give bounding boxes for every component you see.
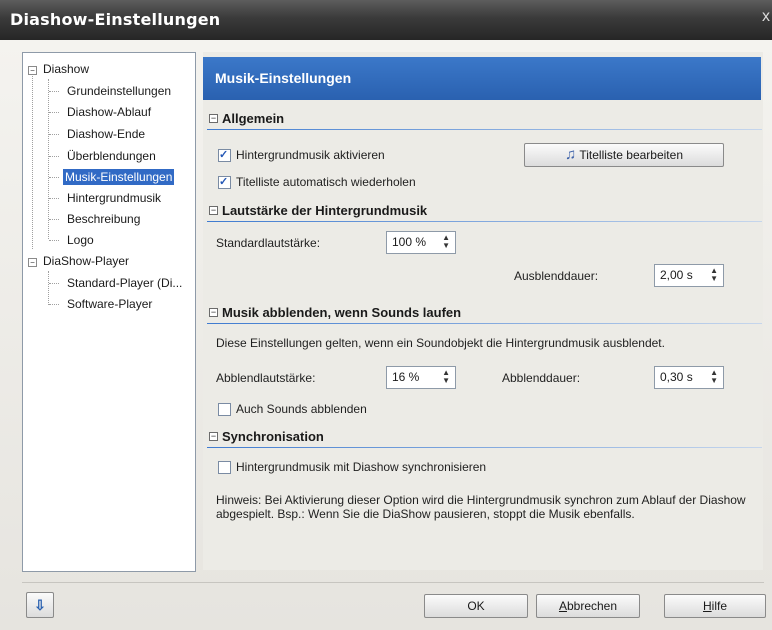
- tree-branch: [49, 177, 59, 178]
- panel-header: Musik-Einstellungen: [203, 57, 761, 100]
- section-divider: [207, 323, 762, 324]
- close-icon[interactable]: x: [762, 8, 770, 26]
- bgmusic-label: Hintergrundmusik aktivieren: [236, 148, 385, 162]
- edit-playlist-button[interactable]: ♫ Titelliste bearbeiten: [524, 143, 724, 167]
- dim-volume-spinner[interactable]: 16 % ▲ ▼: [386, 366, 456, 389]
- std-volume-label: Standardlautstärke:: [216, 236, 321, 250]
- tree-line: [48, 79, 49, 239]
- music-note-icon: ♫: [565, 146, 577, 163]
- dim-duration-label: Abblenddauer:: [502, 371, 581, 385]
- dim-sounds-label: Auch Sounds abblenden: [236, 402, 367, 416]
- cancel-mnemonic: A: [558, 599, 567, 613]
- collapse-icon[interactable]: −: [209, 432, 218, 441]
- tree-item-hintergrundmusik[interactable]: Hintergrundmusik: [65, 190, 163, 206]
- dim-sounds-checkbox[interactable]: [218, 403, 231, 416]
- tree-item-standard-player[interactable]: Standard-Player (Di...: [65, 275, 184, 291]
- sync-label: Hintergrundmusik mit Diashow synchronisi…: [236, 460, 487, 474]
- download-arrow-icon: ⇩: [34, 597, 46, 613]
- std-volume-spinner[interactable]: 100 % ▲ ▼: [386, 231, 456, 254]
- section-title: Allgemein: [222, 111, 285, 126]
- help-mnemonic: H: [702, 599, 712, 613]
- section-lautstaerke: − Lautstärke der Hintergrundmusik: [207, 202, 763, 222]
- section-title: Lautstärke der Hintergrundmusik: [222, 203, 428, 218]
- help-label: ilfe: [711, 599, 727, 613]
- spin-arrows-icon[interactable]: ▲ ▼: [710, 267, 718, 283]
- window-title: Diashow-Einstellungen: [10, 10, 221, 29]
- collapse-icon[interactable]: −: [209, 114, 218, 123]
- spin-arrows-icon[interactable]: ▲ ▼: [442, 369, 450, 385]
- settings-dialog: Diashow-Einstellungen x − Diashow Grunde…: [0, 0, 772, 630]
- tree-branch: [49, 198, 59, 199]
- tree-item-diashow-player[interactable]: DiaShow-Player: [41, 253, 131, 269]
- tree-branch: [49, 91, 59, 92]
- dim-duration-spinner[interactable]: 0,30 s ▲ ▼: [654, 366, 724, 389]
- fade-duration-value: 2,00 s: [660, 268, 693, 282]
- tree-line: [48, 271, 49, 305]
- cancel-label: bbrechen: [566, 599, 618, 613]
- section-title: Synchronisation: [222, 429, 324, 444]
- dim-duration-value: 0,30 s: [660, 370, 693, 384]
- settings-tree: − Diashow Grundeinstellungen Diashow-Abl…: [22, 52, 196, 572]
- footer-divider: [22, 582, 764, 583]
- tree-item-diashow[interactable]: Diashow: [41, 61, 91, 77]
- tree-item-musik-einstellungen[interactable]: Musik-Einstellungen: [63, 169, 175, 185]
- abblenden-info: Diese Einstellungen gelten, wenn ein Sou…: [216, 336, 665, 350]
- fade-duration-label: Ausblenddauer:: [514, 269, 599, 283]
- collapse-icon[interactable]: −: [28, 66, 37, 75]
- ok-button[interactable]: OK: [424, 594, 528, 618]
- edit-playlist-label: Titelliste bearbeiten: [579, 148, 683, 162]
- tree-line: [32, 71, 33, 249]
- help-button[interactable]: Hilfe: [664, 594, 766, 618]
- info-button[interactable]: ⇩: [26, 592, 54, 618]
- bgmusic-checkbox[interactable]: [218, 148, 231, 162]
- spin-arrows-icon[interactable]: ▲ ▼: [710, 369, 718, 385]
- tree-item-grundeinstellungen[interactable]: Grundeinstellungen: [65, 83, 173, 99]
- tree-item-diashow-ende[interactable]: Diashow-Ende: [65, 126, 147, 142]
- panel-title: Musik-Einstellungen: [215, 70, 352, 86]
- section-sync: − Synchronisation: [207, 428, 763, 448]
- spin-arrows-icon[interactable]: ▲ ▼: [442, 234, 450, 250]
- section-divider: [207, 447, 762, 448]
- section-divider: [207, 221, 762, 222]
- section-abblenden: − Musik abblenden, wenn Sounds laufen: [207, 304, 763, 324]
- fade-duration-spinner[interactable]: 2,00 s ▲ ▼: [654, 264, 724, 287]
- tree-item-logo[interactable]: Logo: [65, 232, 96, 248]
- tree-branch: [49, 112, 59, 113]
- collapse-icon[interactable]: −: [209, 206, 218, 215]
- tree-item-ueberblendungen[interactable]: Überblendungen: [65, 148, 158, 164]
- dim-volume-label: Abblendlautstärke:: [216, 371, 316, 385]
- tree-branch: [49, 304, 59, 305]
- tree-item-beschreibung[interactable]: Beschreibung: [65, 211, 142, 227]
- collapse-icon[interactable]: −: [28, 258, 37, 267]
- title-bar: Diashow-Einstellungen x: [0, 0, 772, 40]
- dim-volume-value: 16 %: [392, 370, 420, 384]
- std-volume-value: 100 %: [392, 235, 427, 249]
- tree-item-software-player[interactable]: Software-Player: [65, 296, 154, 312]
- tree-branch: [49, 134, 59, 135]
- sync-checkbox[interactable]: [218, 461, 231, 474]
- section-title: Musik abblenden, wenn Sounds laufen: [222, 305, 462, 320]
- tree-branch: [49, 219, 59, 220]
- tree-item-diashow-ablauf[interactable]: Diashow-Ablauf: [65, 104, 153, 120]
- section-divider: [207, 129, 762, 130]
- tree-branch: [49, 240, 59, 241]
- repeat-checkbox[interactable]: [218, 175, 231, 189]
- repeat-label: Titelliste automatisch wiederholen: [236, 175, 416, 189]
- cancel-button[interactable]: Abbrechen: [536, 594, 640, 618]
- sync-hint: Hinweis: Bei Aktivierung dieser Option w…: [216, 493, 746, 521]
- tree-branch: [49, 156, 59, 157]
- tree-branch: [49, 283, 59, 284]
- section-allgemein: − Allgemein: [207, 110, 763, 130]
- collapse-icon[interactable]: −: [209, 308, 218, 317]
